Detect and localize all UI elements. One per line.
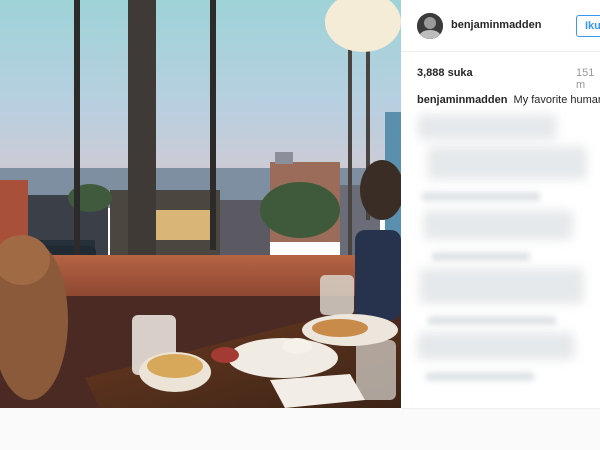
blurred-comment xyxy=(427,146,587,180)
blurred-comment xyxy=(431,252,531,261)
photo-illustration xyxy=(0,0,401,408)
blurred-comment xyxy=(417,332,575,360)
post-card: benjaminmadden Iku 3,888 suka 151 m benj… xyxy=(0,0,600,409)
caption-text: My favorite humans xyxy=(513,94,600,106)
post-header: benjaminmadden Iku xyxy=(401,0,600,52)
blurred-comment xyxy=(419,268,584,304)
blurred-comment xyxy=(421,192,541,201)
blurred-comments xyxy=(413,110,593,395)
avatar-icon xyxy=(417,13,443,39)
blurred-comment xyxy=(423,210,573,240)
post-photo[interactable] xyxy=(0,0,401,408)
profile-avatar[interactable] xyxy=(417,13,443,39)
panel-divider xyxy=(401,408,600,409)
follow-button[interactable]: Iku xyxy=(576,15,600,37)
post-time: 151 m xyxy=(576,67,595,91)
post-caption: benjaminmadden My favorite humans ❤ xyxy=(417,93,600,106)
header-username[interactable]: benjaminmadden xyxy=(451,19,541,31)
likes-count[interactable]: 3,888 suka xyxy=(417,67,473,79)
blurred-comment xyxy=(425,372,535,381)
blurred-comment xyxy=(427,316,557,325)
caption-username[interactable]: benjaminmadden xyxy=(417,94,507,106)
post-sidebar: benjaminmadden Iku 3,888 suka 151 m benj… xyxy=(401,0,600,408)
blurred-comment xyxy=(417,114,557,140)
